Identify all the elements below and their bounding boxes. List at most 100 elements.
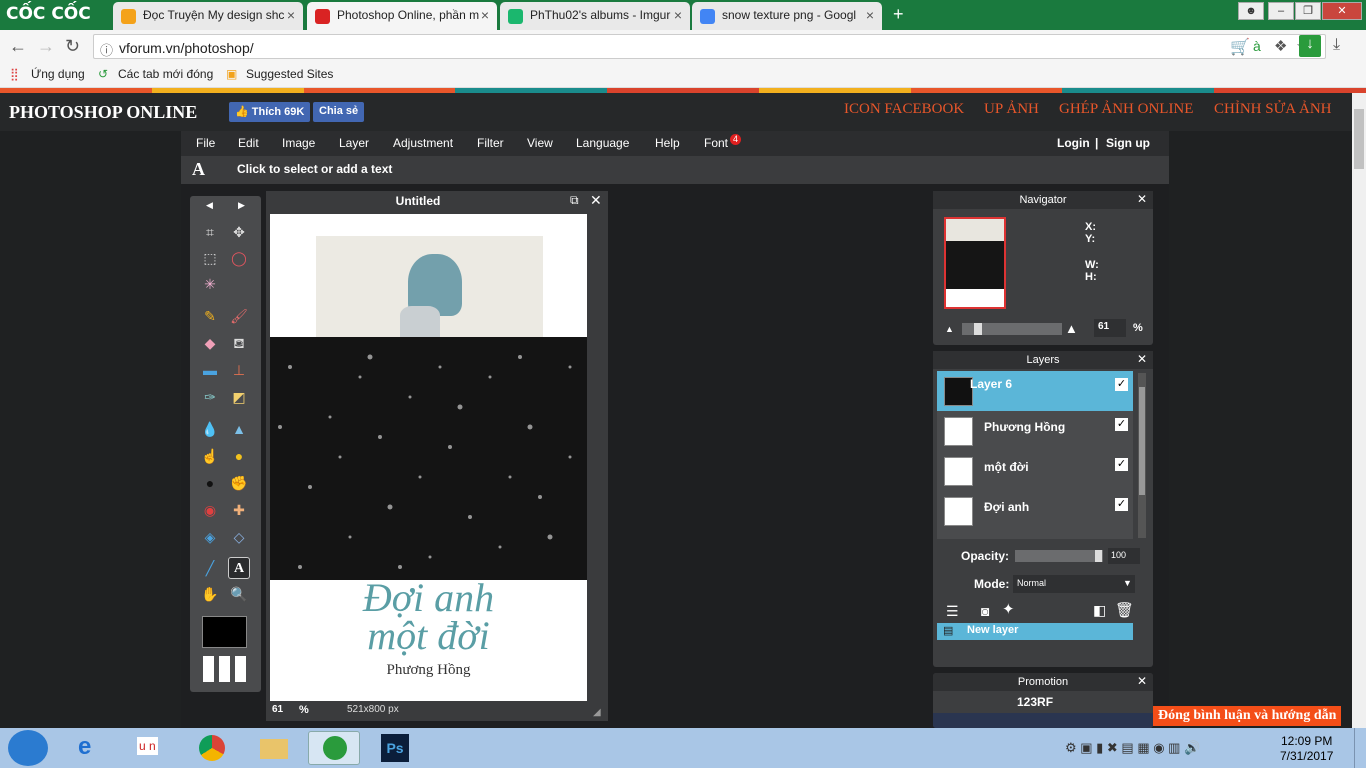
menu-filter[interactable]: Filter <box>477 136 504 150</box>
menu-adjustment[interactable]: Adjustment <box>393 136 453 150</box>
promotion-ad-image[interactable] <box>933 713 1153 728</box>
menu-language[interactable]: Language <box>576 136 629 150</box>
menu-edit[interactable]: Edit <box>238 136 259 150</box>
download-icon[interactable]: ↓ <box>1299 35 1321 57</box>
crop-icon[interactable]: ⌗ <box>199 221 221 243</box>
menu-file[interactable]: File <box>196 136 215 150</box>
new-layer-menu-item[interactable]: ▤ New layer <box>937 623 1133 640</box>
pinch-icon[interactable]: ◇ <box>228 526 250 548</box>
spot-heal-icon[interactable]: ✚ <box>228 499 250 521</box>
tab-imgur[interactable]: PhThu02's albums - Imgur × <box>500 2 690 30</box>
grid-toggle-icon[interactable] <box>203 656 249 682</box>
cart-icon[interactable]: 🛒 <box>1230 37 1250 57</box>
page-scrollbar[interactable] <box>1352 93 1366 728</box>
url-input[interactable]: ⓘ vforum.vn/photoshop/ 🛒 à ❖ ☆ ↓ <box>93 34 1326 59</box>
navigator-thumbnail[interactable] <box>944 217 1006 309</box>
sponge-icon[interactable]: ● <box>228 445 250 467</box>
login-link[interactable]: Login <box>1057 136 1090 150</box>
photoshop-icon[interactable]: Ps <box>370 731 422 765</box>
brush-icon[interactable]: 🖌 <box>228 305 250 327</box>
window-close-icon[interactable]: ✕ <box>1322 2 1362 20</box>
new-layer-icon[interactable]: ◧ <box>1093 602 1106 619</box>
opacity-input[interactable]: 100 <box>1108 548 1140 564</box>
promotion-close-icon[interactable]: ✕ <box>1137 674 1147 688</box>
color-replace-icon[interactable]: ✑ <box>199 386 221 408</box>
promotion-brand[interactable]: 123RF <box>1017 695 1053 709</box>
minimize-icon[interactable]: – <box>1268 2 1294 20</box>
layer-visibility-checkbox[interactable]: ✓ <box>1115 458 1128 471</box>
menu-help[interactable]: Help <box>655 136 680 150</box>
layer-row-selected[interactable]: Layer 6 ✓ <box>937 371 1133 411</box>
type-tool-icon[interactable]: A <box>228 557 250 579</box>
tray-icons[interactable]: ⚙ ▣ ▮ ✖ ▤ ▦ ◉ ▥ 🔊 <box>1065 740 1200 756</box>
comments-guide-banner[interactable]: Đóng bình luận và hướng dẫn <box>1153 706 1342 726</box>
ie-icon[interactable]: e <box>65 731 117 765</box>
move-icon[interactable]: ✥ <box>228 221 250 243</box>
apps-grid-icon[interactable]: ⣿ <box>10 67 19 81</box>
close-doc-icon[interactable]: ✕ <box>590 192 602 209</box>
layer-visibility-checkbox[interactable]: ✓ <box>1115 418 1128 431</box>
system-clock[interactable]: 12:09 PM 7/31/2017 <box>1280 734 1333 764</box>
toolbox-collapse-icon[interactable]: ◀ <box>206 200 213 211</box>
lasso-icon[interactable]: ◯ <box>228 247 250 269</box>
tab-close-icon[interactable]: × <box>866 7 874 23</box>
site-title[interactable]: PHOTOSHOP ONLINE <box>9 102 197 123</box>
file-explorer-icon[interactable] <box>248 731 300 765</box>
tab-doc-truyen[interactable]: Đọc Truyện My design shc × <box>113 2 303 30</box>
bookmark-suggested-sites[interactable]: Suggested Sites <box>246 67 333 81</box>
tab-close-icon[interactable]: × <box>674 7 682 23</box>
new-tab-icon[interactable]: + <box>893 4 904 25</box>
color-picker-icon[interactable]: ╱ <box>199 557 221 579</box>
layer-mask-icon[interactable]: ◙ <box>981 603 989 619</box>
sharpen-icon[interactable]: ▲ <box>228 418 250 440</box>
menu-image[interactable]: Image <box>282 136 315 150</box>
zoom-out-icon[interactable]: ▲ <box>945 324 954 334</box>
opacity-slider-handle[interactable] <box>1095 550 1102 562</box>
layers-close-icon[interactable]: ✕ <box>1137 352 1147 366</box>
hand-icon[interactable]: ✋ <box>199 583 221 605</box>
tab-close-icon[interactable]: × <box>287 7 295 23</box>
opacity-slider[interactable] <box>1015 550 1103 562</box>
unikey-icon[interactable]: u n <box>127 731 179 765</box>
info-icon[interactable]: ⓘ <box>100 40 113 59</box>
fb-share-button[interactable]: Chia sẻ <box>313 102 365 122</box>
layer-row[interactable]: Phương Hồng ✓ <box>937 411 1133 451</box>
tab-close-icon[interactable]: × <box>481 7 489 23</box>
drawing-icon[interactable]: ◩ <box>228 386 250 408</box>
link-chinh-sua-anh[interactable]: CHỈNH SỬA ẢNH <box>1214 101 1331 118</box>
coccoc-taskbar-icon[interactable] <box>308 731 360 765</box>
layer-properties-icon[interactable]: ☰ <box>946 603 959 620</box>
restore-icon[interactable]: ❐ <box>1295 2 1321 20</box>
zoom-slider-handle[interactable] <box>974 323 982 335</box>
scrollbar-thumb[interactable] <box>1354 109 1364 169</box>
signup-link[interactable]: Sign up <box>1106 136 1150 150</box>
layer-row[interactable]: Đợi anh ✓ <box>937 491 1133 539</box>
show-desktop-button[interactable] <box>1354 728 1366 768</box>
foreground-color-swatch[interactable] <box>202 616 247 648</box>
pencil-icon[interactable]: ✎ <box>199 305 221 327</box>
doc-zoom-value[interactable]: 61 <box>272 704 283 715</box>
blend-mode-select[interactable]: Normal ▼ <box>1013 575 1135 593</box>
zoom-tool-icon[interactable]: 🔍 <box>228 583 250 605</box>
profile-icon[interactable]: ☻ <box>1238 2 1264 20</box>
menu-font[interactable]: Font <box>704 136 728 150</box>
magic-wand-icon[interactable]: ✳ <box>199 273 221 295</box>
layer-visibility-checkbox[interactable]: ✓ <box>1115 378 1128 391</box>
menu-view[interactable]: View <box>527 136 553 150</box>
link-up-anh[interactable]: UP ẢNH <box>984 101 1039 118</box>
nav-zoom-input[interactable]: 61 <box>1094 319 1126 337</box>
navigator-close-icon[interactable]: ✕ <box>1137 192 1147 206</box>
extension-icon[interactable]: ❖ <box>1274 37 1287 55</box>
layers-scrollbar[interactable] <box>1138 373 1146 538</box>
bookmark-recent-tabs[interactable]: Các tab mới đóng <box>118 67 213 81</box>
layers-scroll-thumb[interactable] <box>1139 387 1145 495</box>
layer-effects-icon[interactable]: ✦ <box>1002 600 1015 618</box>
marquee-icon[interactable]: ⬚ <box>199 247 221 269</box>
tab-photoshop-online[interactable]: Photoshop Online, phần m × <box>307 2 497 30</box>
delete-layer-icon[interactable]: 🗑 <box>1115 601 1134 619</box>
link-ghep-anh[interactable]: GHÉP ẢNH ONLINE <box>1059 101 1193 118</box>
forward-arrow-icon[interactable]: → <box>37 36 55 57</box>
red-eye-icon[interactable]: ◉ <box>199 499 221 521</box>
blur-icon[interactable]: 💧 <box>199 418 221 440</box>
start-button-icon[interactable] <box>8 730 48 766</box>
